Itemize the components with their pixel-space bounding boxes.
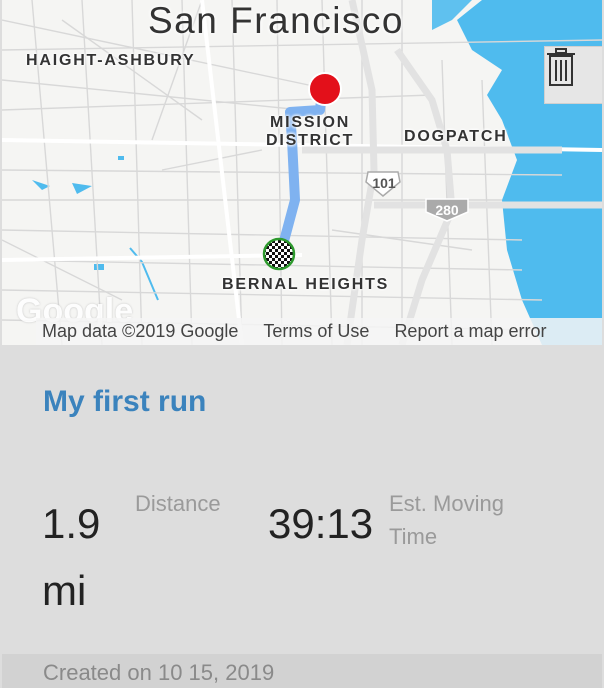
highway-101-shield: 101	[372, 175, 396, 191]
moving-time-value: 39:13	[268, 500, 374, 547]
report-map-error-link[interactable]: Report a map error	[394, 321, 546, 342]
created-date: Created on 10 15, 2019	[43, 660, 275, 685]
moving-time-label-line2: Time	[389, 524, 438, 549]
city-label: San Francisco	[148, 0, 404, 41]
label-dogpatch: DOGPATCH	[404, 128, 508, 145]
label-haight-ashbury: HAIGHT-ASHBURY	[26, 52, 196, 69]
route-map[interactable]: San Francisco HAIGHT-ASHBURY MISSION DIS…	[2, 0, 602, 345]
map-data-text: Map data ©2019 Google	[42, 321, 239, 341]
run-title[interactable]: My first run	[43, 385, 206, 419]
map-attribution: Map data ©2019 Google Terms of Use Repor…	[36, 318, 602, 345]
delete-run-button[interactable]	[544, 46, 602, 104]
highway-280-shield: 280	[435, 202, 459, 218]
distance-label: Distance	[135, 491, 221, 516]
distance-unit: mi	[42, 567, 87, 614]
label-mission: MISSION	[270, 114, 351, 131]
run-details-panel: My first run 1.9 mi Distance 39:13 Est. …	[2, 345, 602, 688]
moving-time-label-line1: Est. Moving	[389, 491, 504, 516]
label-district: DISTRICT	[266, 132, 355, 149]
trash-icon	[547, 48, 575, 86]
distance-value: 1.9	[42, 500, 101, 547]
terms-of-use-link[interactable]: Terms of Use	[263, 321, 369, 342]
label-bernal-heights: BERNAL HEIGHTS	[222, 276, 390, 293]
run-footer: Created on 10 15, 2019	[2, 654, 602, 688]
